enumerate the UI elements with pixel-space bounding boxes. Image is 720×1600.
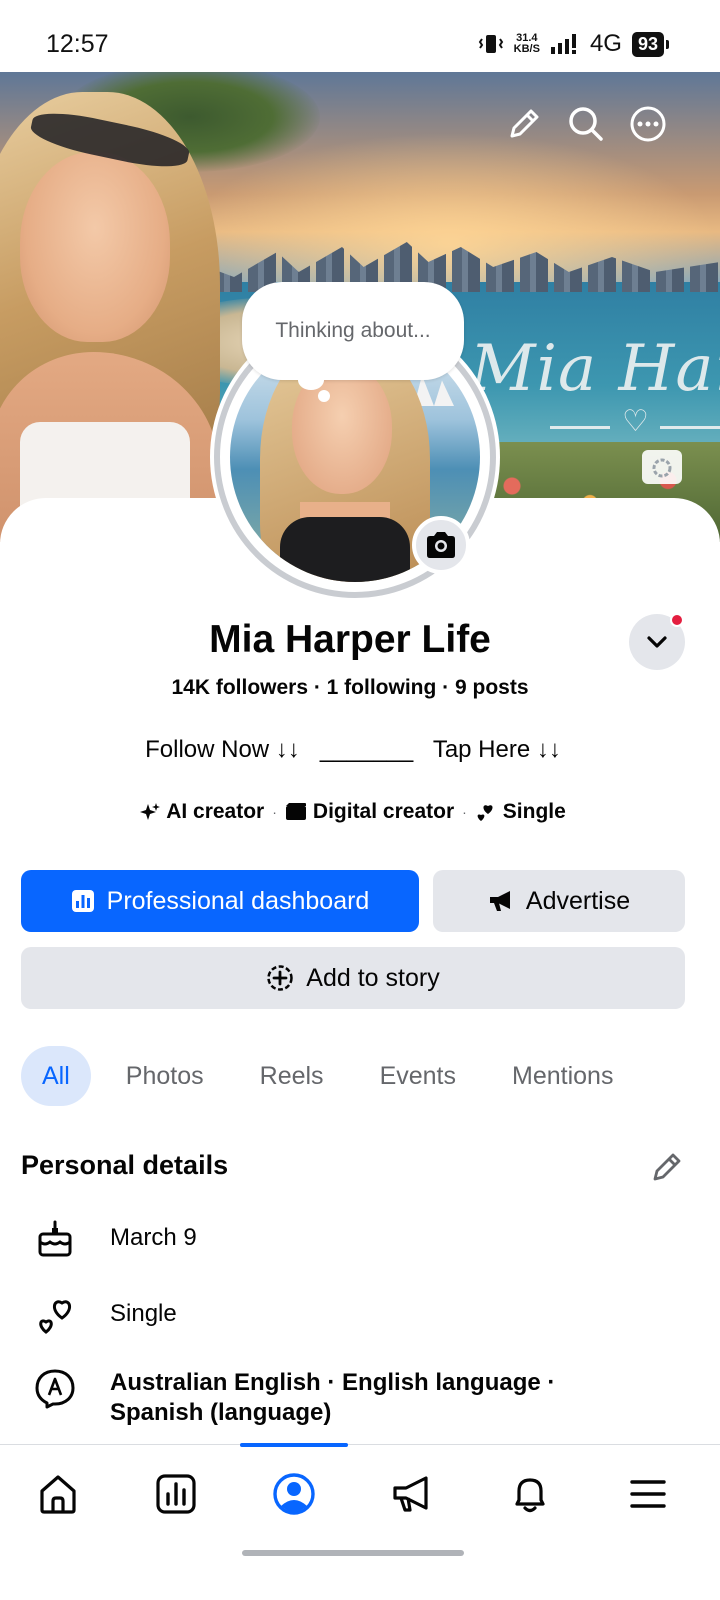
nav-notifications[interactable] xyxy=(506,1470,554,1518)
status-time: 12:57 xyxy=(46,30,109,58)
professional-dashboard-label: Professional dashboard xyxy=(106,886,370,915)
megaphone-icon xyxy=(393,1476,428,1512)
chevron-down-icon xyxy=(647,636,667,648)
languages-text: Australian English · English language · … xyxy=(110,1369,556,1426)
birthday-cake-icon xyxy=(38,1220,72,1257)
nav-menu[interactable] xyxy=(624,1470,672,1518)
profile-stats[interactable]: 14K followers · 1 following · 9 posts xyxy=(0,676,700,700)
language-icon xyxy=(35,1369,75,1409)
tag-label: Digital creator xyxy=(312,800,455,823)
advertise-button[interactable]: Advertise xyxy=(433,870,685,932)
nav-home[interactable] xyxy=(34,1470,82,1518)
vibrate-icon xyxy=(478,35,503,53)
profile-picture-camera-button[interactable] xyxy=(412,516,470,574)
notification-dot xyxy=(670,613,684,627)
thought-placeholder: Thinking about... xyxy=(275,319,431,342)
camera-icon xyxy=(652,458,672,478)
bell-icon xyxy=(515,1478,545,1513)
nav-profile[interactable] xyxy=(270,1470,318,1518)
pencil-icon xyxy=(653,1153,681,1181)
tab-mentions[interactable]: Mentions xyxy=(491,1046,634,1106)
thought-bubble-tail-dot xyxy=(318,390,330,402)
more-icon xyxy=(630,106,666,142)
personal-details-title: Personal details xyxy=(21,1150,229,1180)
profile-category-tags: AI creator · Digital creator · Single xyxy=(0,800,706,824)
add-story-icon xyxy=(267,965,294,991)
network-type: 4G xyxy=(589,30,622,57)
personal-detail-birthday: March 9 xyxy=(30,1216,197,1262)
advertise-label: Advertise xyxy=(525,886,631,915)
network-speed-unit: KB/S xyxy=(513,43,540,55)
tab-photos[interactable]: Photos xyxy=(105,1046,225,1106)
home-icon xyxy=(40,1475,76,1514)
birthday-text: March 9 xyxy=(110,1224,197,1251)
tag-separator: · xyxy=(272,804,277,820)
professional-dashboard-button[interactable]: Professional dashboard xyxy=(21,870,419,932)
search-button[interactable] xyxy=(566,104,606,144)
tag-separator: · xyxy=(462,804,467,820)
nav-ads[interactable] xyxy=(388,1470,436,1518)
profile-name: Mia Harper Life xyxy=(209,618,491,661)
more-options-button[interactable] xyxy=(628,104,668,144)
cover-script-text: Mia Harper xyxy=(470,332,720,406)
tab-events[interactable]: Events xyxy=(359,1046,477,1106)
nav-dashboard[interactable] xyxy=(152,1470,200,1518)
profile-icon xyxy=(273,1473,315,1515)
bottom-navigation xyxy=(0,1444,720,1600)
thought-bubble[interactable]: Thinking about... xyxy=(242,282,464,380)
pencil-icon xyxy=(510,109,539,138)
nav-active-indicator xyxy=(240,1443,348,1447)
megaphone-icon xyxy=(489,891,510,911)
tag-digital-creator: Digital creator xyxy=(285,800,454,824)
profile-tabs: All Photos Reels Events Mentions xyxy=(21,1046,648,1106)
relationship-hearts-icon xyxy=(39,1300,71,1334)
relationship-text: Single xyxy=(110,1300,177,1327)
status-icons: 31.4 KB/S 4G 93 xyxy=(478,30,670,58)
edit-personal-details-button[interactable] xyxy=(650,1150,686,1186)
personal-detail-languages: Australian English · English language · … xyxy=(30,1366,555,1426)
gesture-home-bar[interactable] xyxy=(242,1550,464,1556)
sparkle-icon xyxy=(140,803,161,820)
camera-icon xyxy=(427,532,455,558)
clapperboard-icon xyxy=(285,803,306,820)
network-speed: 31.4 KB/S xyxy=(514,33,540,55)
tag-label: Single xyxy=(502,800,566,823)
tab-all[interactable]: All xyxy=(21,1046,91,1106)
hearts-icon xyxy=(477,805,493,821)
menu-icon xyxy=(630,1480,666,1508)
profile-bio: Follow Now ↓↓ _______ Tap Here ↓↓ xyxy=(145,736,561,763)
tag-ai-creator: AI creator xyxy=(140,800,264,824)
tag-single: Single xyxy=(475,800,566,824)
edit-profile-pencil-button[interactable] xyxy=(504,104,544,144)
cover-heart-divider: ♡ xyxy=(550,405,720,442)
add-to-story-label: Add to story xyxy=(306,963,440,992)
signal-icon xyxy=(550,34,576,54)
personal-detail-relationship: Single xyxy=(30,1292,177,1338)
dashboard-icon xyxy=(156,1474,196,1514)
thought-bubble-tail xyxy=(298,370,324,390)
tag-label: AI creator xyxy=(166,800,265,823)
status-bar: 12:57 31.4 KB/S 4G 93 xyxy=(0,0,720,72)
battery-indicator: 93 xyxy=(631,31,670,57)
search-icon xyxy=(569,107,603,141)
dashboard-chart-icon xyxy=(71,890,94,912)
add-to-story-button[interactable]: Add to story xyxy=(21,947,685,1009)
cover-camera-button[interactable] xyxy=(642,450,682,484)
tab-reels[interactable]: Reels xyxy=(239,1046,345,1106)
